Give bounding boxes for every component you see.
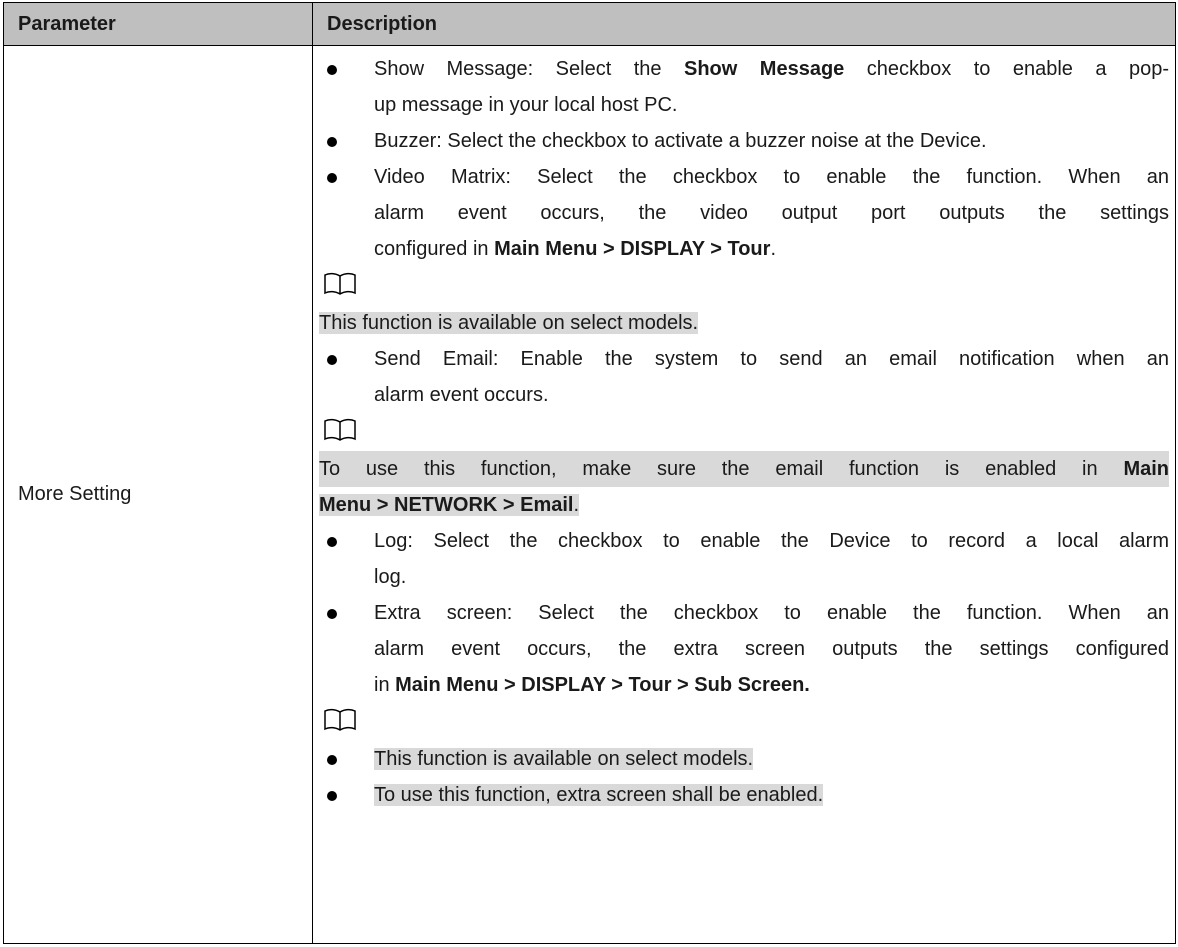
header-row: Parameter Description (3, 2, 1176, 46)
bullet-icon (327, 609, 337, 619)
list-item: Send Email: Enable the system to send an… (319, 341, 1169, 377)
header-parameter: Parameter (3, 2, 313, 46)
list-item: Log: Select the checkbox to enable the D… (319, 523, 1169, 559)
bullet-icon (327, 173, 337, 183)
list-item: This function is available on select mod… (319, 741, 1169, 777)
table-row: More Setting Show Message: Select the Sh… (3, 45, 1176, 944)
bullet-icon (327, 537, 337, 547)
list-item: Extra screen: Select the checkbox to ena… (319, 595, 1169, 631)
bullet-icon (327, 791, 337, 801)
bullet-icon (327, 355, 337, 365)
list-item: Show Message: Select the Show Message ch… (319, 51, 1169, 87)
note-text: To use this function, make sure the emai… (319, 451, 1169, 487)
list-item: To use this function, extra screen shall… (319, 777, 1169, 813)
note-text: This function is available on select mod… (319, 312, 699, 334)
book-icon (324, 418, 356, 441)
note-icon-row (319, 703, 1169, 741)
list-item: Video Matrix: Select the checkbox to ena… (319, 159, 1169, 195)
note-icon-row (319, 267, 1169, 305)
bullet-icon (327, 755, 337, 765)
parameter-table: Parameter Description More Setting Show … (3, 2, 1176, 944)
header-description: Description (312, 2, 1176, 46)
bullet-icon (327, 65, 337, 75)
note-text: Menu > NETWORK > Email. (319, 494, 580, 516)
book-icon (324, 708, 356, 731)
parameter-name: More Setting (3, 45, 313, 944)
note-icon-row (319, 413, 1169, 451)
list-item: Buzzer: Select the checkbox to activate … (319, 123, 1169, 159)
book-icon (324, 272, 356, 295)
description-cell: Show Message: Select the Show Message ch… (312, 45, 1176, 944)
bullet-icon (327, 137, 337, 147)
